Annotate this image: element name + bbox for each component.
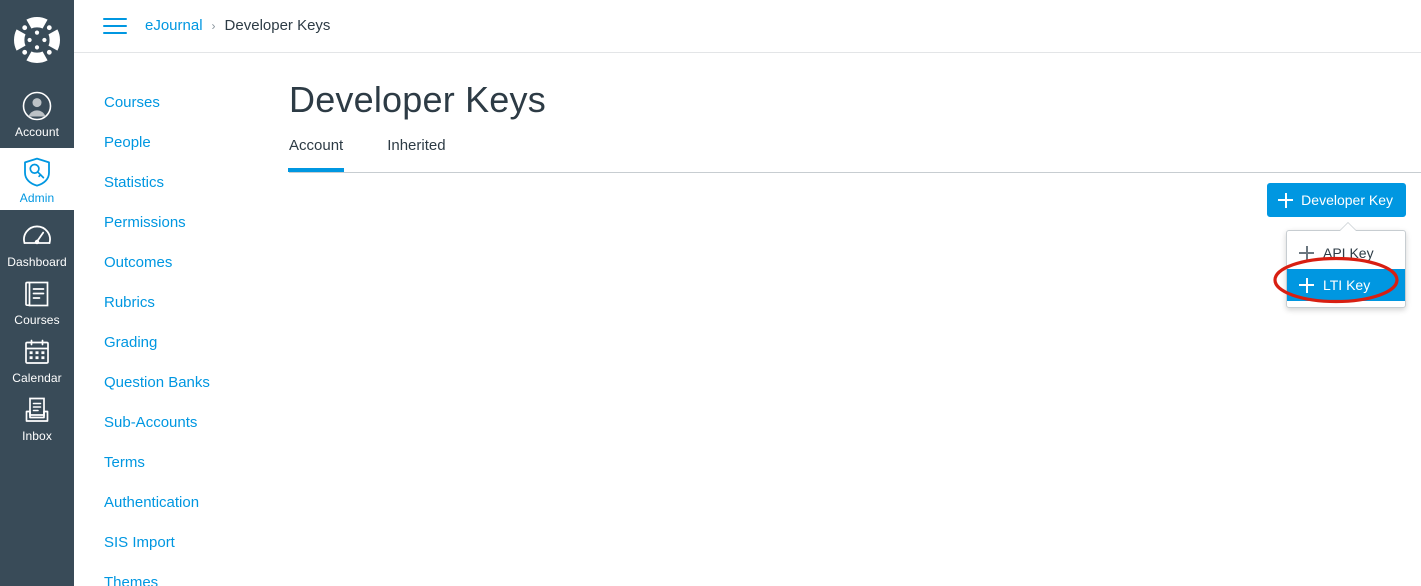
sidebar-item-rubrics[interactable]: Rubrics (74, 286, 289, 320)
global-nav-label: Dashboard (7, 255, 67, 269)
global-nav-label: Courses (14, 313, 60, 327)
shield-key-icon (22, 157, 52, 187)
global-navigation: Account Admin Dashboard Courses Calendar… (0, 0, 74, 586)
global-nav-label: Calendar (12, 371, 62, 385)
global-nav-label: Account (14, 125, 60, 139)
sidebar-item-permissions[interactable]: Permissions (74, 206, 289, 240)
sidebar-item-statistics[interactable]: Statistics (74, 166, 289, 200)
menu-item-lti-key[interactable]: LTI Key (1287, 269, 1405, 301)
add-developer-key-label: Developer Key (1301, 192, 1393, 208)
sidebar-item-courses[interactable]: Courses (74, 86, 289, 120)
sidebar-item-authentication[interactable]: Authentication (74, 486, 289, 520)
sidebar-item-grading[interactable]: Grading (74, 326, 289, 360)
book-icon (22, 279, 52, 309)
tab-account[interactable]: Account (287, 137, 345, 172)
breadcrumb-link-root[interactable]: eJournal (145, 16, 203, 36)
breadcrumb: eJournal › Developer Keys (145, 16, 330, 36)
global-nav-label: Inbox (22, 429, 52, 443)
menu-item-label: API Key (1323, 245, 1374, 261)
plus-icon (1299, 277, 1314, 293)
chevron-right-icon: › (211, 19, 216, 33)
menu-item-label: LTI Key (1323, 277, 1371, 293)
menu-item-api-key[interactable]: API Key (1287, 237, 1405, 269)
canvas-logo[interactable] (0, 10, 74, 70)
sidebar-item-themes[interactable]: Themes (74, 566, 289, 586)
add-developer-key-menu: API Key LTI Key (1286, 222, 1406, 308)
tab-inherited[interactable]: Inherited (387, 137, 445, 171)
add-developer-key-button[interactable]: Developer Key (1267, 183, 1406, 217)
hamburger-bar (103, 25, 127, 27)
global-nav-item-dashboard[interactable]: Dashboard (0, 212, 74, 270)
calendar-icon (22, 337, 52, 367)
tab-list: Account Inherited (287, 137, 1421, 173)
plus-icon (1299, 245, 1314, 261)
dashboard-icon (22, 221, 52, 251)
page-title: Developer Keys (289, 79, 546, 120)
sidebar-item-outcomes[interactable]: Outcomes (74, 246, 289, 280)
plus-icon (1278, 192, 1294, 208)
sidebar-item-terms[interactable]: Terms (74, 446, 289, 480)
global-nav-item-courses[interactable]: Courses (0, 270, 74, 328)
canvas-developer-keys-page: Account Admin Dashboard Courses Calendar… (0, 0, 1421, 586)
breadcrumb-current: Developer Keys (224, 17, 331, 34)
hamburger-bar (103, 18, 127, 20)
global-nav-item-admin[interactable]: Admin (0, 148, 74, 210)
sidebar-item-people[interactable]: People (74, 126, 289, 160)
user-avatar-icon (22, 91, 52, 121)
menu-caret-inner-icon (1339, 223, 1357, 232)
main-content: Developer Keys Account Inherited Develop… (287, 53, 1421, 586)
global-nav-item-account[interactable]: Account (0, 82, 74, 144)
global-nav-item-inbox[interactable]: Inbox (0, 386, 74, 444)
sidebar-item-question-banks[interactable]: Question Banks (74, 366, 289, 400)
sidebar-item-sub-accounts[interactable]: Sub-Accounts (74, 406, 289, 440)
global-nav-label: Admin (19, 191, 55, 205)
inbox-icon (22, 395, 52, 425)
account-navigation: Courses People Statistics Permissions Ou… (74, 53, 289, 586)
hamburger-menu-icon[interactable] (103, 16, 127, 36)
sidebar-item-sis-import[interactable]: SIS Import (74, 526, 289, 560)
global-nav-item-calendar[interactable]: Calendar (0, 328, 74, 386)
breadcrumb-bar: eJournal › Developer Keys (74, 0, 1421, 53)
hamburger-bar (103, 32, 127, 34)
